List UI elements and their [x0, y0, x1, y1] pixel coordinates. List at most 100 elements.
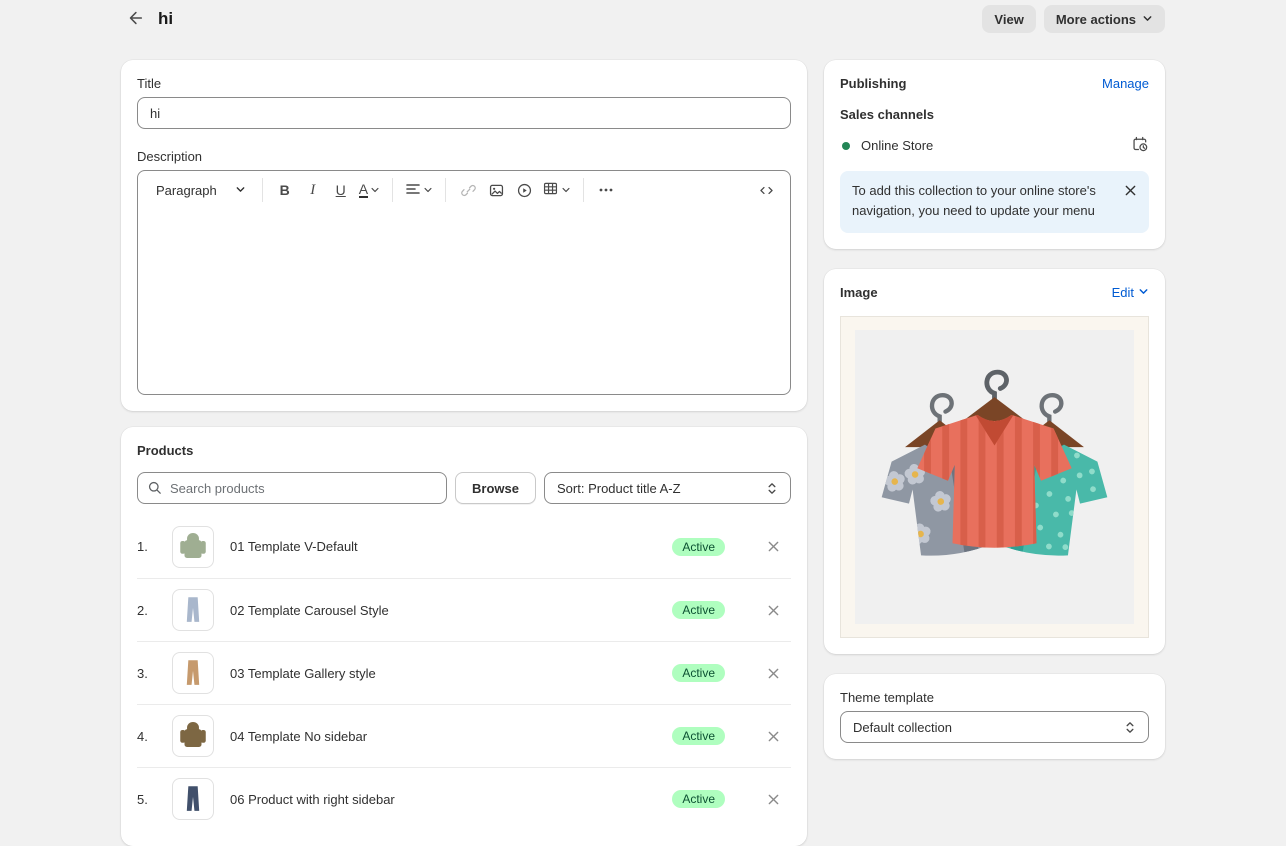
product-title: 03 Template Gallery style [230, 666, 376, 681]
title-input[interactable] [137, 97, 791, 129]
product-title: 02 Template Carousel Style [230, 603, 389, 618]
product-thumbnail [172, 652, 214, 694]
top-bar: hi View More actions [121, 4, 1165, 34]
toolbar-divider [583, 178, 584, 202]
more-actions-label: More actions [1056, 12, 1136, 27]
more-options-icon[interactable] [592, 176, 620, 204]
update-menu-link[interactable]: update your menu [990, 203, 1095, 218]
chevron-down-icon [235, 183, 246, 198]
sort-select-value: Sort: Product title A-Z [557, 481, 681, 496]
theme-template-label: Theme template [840, 690, 1149, 705]
pants-icon [176, 656, 210, 690]
browse-button[interactable]: Browse [455, 472, 536, 504]
status-badge: Active [672, 601, 725, 619]
pants-icon [176, 593, 210, 627]
chevron-down-icon [370, 183, 380, 198]
arrow-left-icon [126, 9, 144, 30]
product-list: 1. 01 Template V-Defau [137, 515, 791, 830]
product-title: 04 Template No sidebar [230, 729, 367, 744]
insert-video-icon[interactable] [510, 176, 538, 204]
image-card: Image Edit [824, 269, 1165, 654]
title-label: Title [137, 76, 791, 91]
product-row: 1. 01 Template V-Defau [137, 515, 791, 578]
remove-product-button[interactable] [763, 537, 783, 557]
edit-image-button[interactable]: Edit [1112, 285, 1149, 300]
insert-table-button[interactable] [538, 176, 575, 204]
hoodie-icon [176, 530, 210, 564]
status-badge: Active [672, 790, 725, 808]
toolbar-divider [262, 178, 263, 202]
sales-channels-heading: Sales channels [840, 107, 1149, 122]
chevron-down-icon [1138, 285, 1149, 300]
align-icon [405, 181, 421, 200]
status-badge: Active [672, 538, 725, 556]
title-description-card: Title Description Paragraph [121, 60, 807, 411]
select-updown-icon [1124, 720, 1136, 735]
page: hi View More actions Title Description [121, 4, 1165, 846]
product-thumbnail [172, 526, 214, 568]
pants-icon [176, 782, 210, 816]
close-icon[interactable] [1121, 181, 1139, 199]
description-editor: Paragraph B I U A [137, 170, 791, 395]
text-color-button[interactable]: A [355, 176, 384, 204]
product-index: 1. [137, 539, 172, 554]
description-textarea[interactable] [138, 209, 790, 394]
sort-select[interactable]: Sort: Product title A-Z [544, 472, 791, 504]
shirts-illustration [855, 330, 1134, 624]
rte-toolbar: Paragraph B I U A [138, 171, 790, 209]
view-button[interactable]: View [982, 5, 1035, 33]
text-color-glyph: A [359, 182, 368, 198]
page-title: hi [158, 9, 173, 29]
chevron-down-icon [561, 183, 571, 198]
link-icon[interactable] [454, 176, 482, 204]
products-heading: Products [137, 443, 791, 458]
remove-product-button[interactable] [763, 663, 783, 683]
theme-template-select[interactable]: Default collection [840, 711, 1149, 743]
remove-product-button[interactable] [763, 600, 783, 620]
info-banner: To add this collection to your online st… [840, 171, 1149, 233]
insert-image-icon[interactable] [482, 176, 510, 204]
product-row: 2. 02 Template Carousel Style Active [137, 578, 791, 641]
alignment-button[interactable] [401, 176, 437, 204]
product-thumbnail [172, 589, 214, 631]
status-badge: Active [672, 664, 725, 682]
product-index: 2. [137, 603, 172, 618]
select-updown-icon [766, 481, 778, 496]
product-row: 3. 03 Template Gallery style Active [137, 641, 791, 704]
publishing-card: Publishing Manage Sales channels Online … [824, 60, 1165, 249]
product-row: 5. 06 Product with right sidebar Active [137, 767, 791, 830]
collection-image[interactable] [840, 316, 1149, 638]
remove-product-button[interactable] [763, 789, 783, 809]
product-index: 5. [137, 792, 172, 807]
theme-template-card: Theme template Default collection [824, 674, 1165, 759]
channel-name: Online Store [861, 138, 933, 153]
product-index: 3. [137, 666, 172, 681]
toolbar-divider [445, 178, 446, 202]
manage-link[interactable]: Manage [1102, 76, 1149, 91]
edit-label: Edit [1112, 285, 1134, 300]
italic-button[interactable]: I [299, 176, 327, 204]
back-button[interactable] [121, 5, 149, 33]
table-icon [542, 180, 559, 200]
product-thumbnail [172, 778, 214, 820]
products-card: Products Browse Sort: Product title A-Z [121, 427, 807, 846]
more-actions-button[interactable]: More actions [1044, 5, 1165, 33]
underline-button[interactable]: U [327, 176, 355, 204]
remove-product-button[interactable] [763, 726, 783, 746]
chevron-down-icon [423, 183, 433, 198]
toolbar-divider [392, 178, 393, 202]
paragraph-style-select[interactable]: Paragraph [148, 183, 254, 198]
chevron-down-icon [1142, 12, 1153, 27]
search-products-input[interactable] [137, 472, 447, 504]
publishing-heading: Publishing [840, 76, 906, 91]
product-row: 4. 04 Template No side [137, 704, 791, 767]
bold-button[interactable]: B [271, 176, 299, 204]
product-title: 06 Product with right sidebar [230, 792, 395, 807]
topbar-actions: View More actions [982, 5, 1165, 33]
product-thumbnail [172, 715, 214, 757]
channel-status-dot [842, 142, 850, 150]
schedule-calendar-icon[interactable] [1131, 135, 1149, 156]
channel-row: Online Store [840, 135, 1149, 156]
image-heading: Image [840, 285, 878, 300]
code-view-icon[interactable] [752, 176, 780, 204]
